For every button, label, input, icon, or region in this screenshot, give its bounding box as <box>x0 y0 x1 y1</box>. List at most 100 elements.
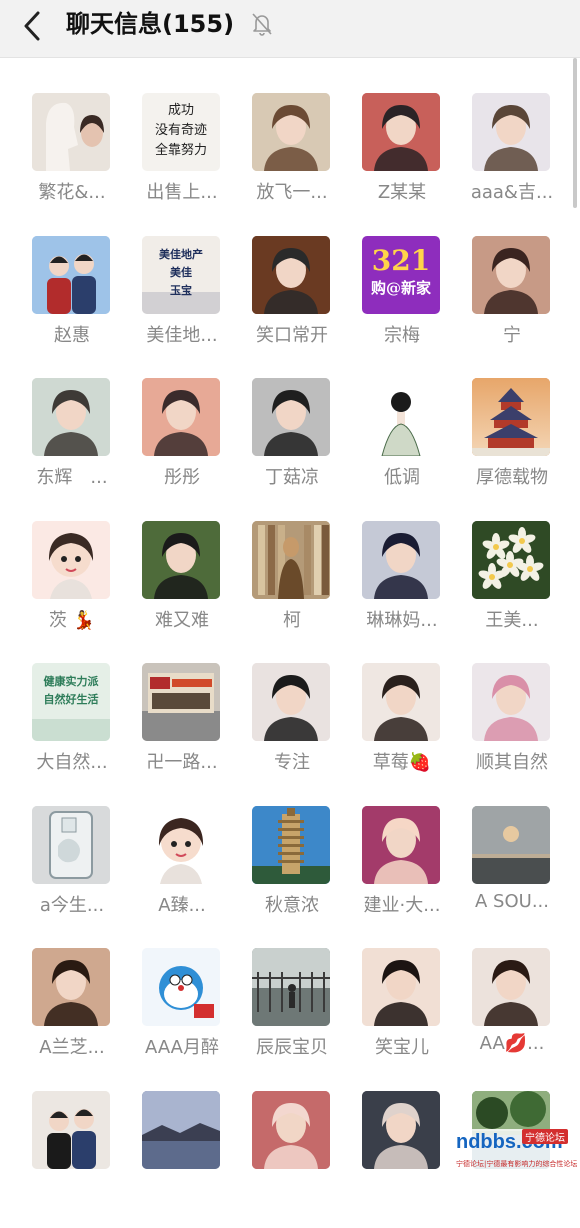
member-avatar[interactable] <box>252 378 330 456</box>
avatar-text-line: 购@新家 <box>362 278 440 298</box>
member-name: 专注 <box>237 748 347 774</box>
member-item[interactable]: A SOU... <box>457 801 567 944</box>
member-item[interactable] <box>17 1086 127 1228</box>
site-watermark: ndbbs.com 宁德论坛 宁德论坛|宁德最有影响力的综合性论坛 <box>452 1129 572 1171</box>
member-avatar[interactable] <box>252 1091 330 1169</box>
member-item[interactable]: 低调 <box>347 373 457 516</box>
member-item[interactable]: 赵惠 <box>17 231 127 374</box>
member-avatar[interactable] <box>252 663 330 741</box>
member-item[interactable]: 难又难 <box>127 516 237 659</box>
member-item[interactable]: 草莓🍓 <box>347 658 457 801</box>
member-avatar[interactable] <box>472 93 550 171</box>
member-avatar[interactable] <box>142 948 220 1026</box>
member-item[interactable]: aaa&吉... <box>457 88 567 231</box>
member-item[interactable]: 王美... <box>457 516 567 659</box>
member-item[interactable]: 秋意浓 <box>237 801 347 944</box>
member-item[interactable]: AAA月醉 <box>127 943 237 1086</box>
member-item[interactable]: 健康实力派自然好生活大自然... <box>17 658 127 801</box>
member-avatar[interactable] <box>32 521 110 599</box>
avatar-image <box>142 663 220 741</box>
avatar-image <box>472 521 550 599</box>
member-item[interactable]: A兰芝... <box>17 943 127 1086</box>
member-avatar[interactable] <box>472 663 550 741</box>
member-item[interactable]: 放飞一... <box>237 88 347 231</box>
avatar-image <box>472 948 550 1026</box>
member-item[interactable]: 321 购@新家 宗梅 <box>347 231 457 374</box>
member-avatar[interactable] <box>362 948 440 1026</box>
member-avatar[interactable]: 美佳地产美佳玉宝 <box>142 236 220 314</box>
member-item[interactable]: 成功没有奇迹全靠努力出售上... <box>127 88 237 231</box>
member-item[interactable]: A臻... <box>127 801 237 944</box>
member-avatar[interactable] <box>32 806 110 884</box>
member-avatar[interactable] <box>362 806 440 884</box>
member-name: 秋意浓 <box>237 891 347 917</box>
member-item[interactable]: 丁菇凉 <box>237 373 347 516</box>
member-avatar[interactable] <box>252 521 330 599</box>
member-avatar[interactable] <box>362 1091 440 1169</box>
member-item[interactable]: 辰辰宝贝 <box>237 943 347 1086</box>
member-item[interactable] <box>347 1086 457 1228</box>
member-avatar[interactable] <box>142 1091 220 1169</box>
member-name: 厚德载物 <box>457 463 567 489</box>
member-item[interactable]: 厚德载物 <box>457 373 567 516</box>
member-item[interactable]: a今生... <box>17 801 127 944</box>
member-item[interactable]: 笑口常开 <box>237 231 347 374</box>
avatar-image <box>142 948 220 1026</box>
member-avatar[interactable]: 健康实力派自然好生活 <box>32 663 110 741</box>
member-avatar[interactable] <box>32 93 110 171</box>
avatar-image <box>32 378 110 456</box>
member-item[interactable]: 宁 <box>457 231 567 374</box>
member-name: 放飞一... <box>237 178 347 204</box>
member-name: A SOU... <box>457 891 567 912</box>
avatar-image <box>362 663 440 741</box>
member-item[interactable]: 笑宝儿 <box>347 943 457 1086</box>
member-item[interactable]: 顺其自然 <box>457 658 567 801</box>
scrollbar[interactable] <box>573 58 577 208</box>
member-avatar[interactable] <box>472 236 550 314</box>
member-avatar[interactable] <box>252 948 330 1026</box>
avatar-image <box>142 378 220 456</box>
member-avatar[interactable] <box>142 378 220 456</box>
member-avatar[interactable] <box>472 521 550 599</box>
member-item[interactable]: 繁花&... <box>17 88 127 231</box>
avatar-text-line: 成功 <box>142 101 220 121</box>
member-avatar[interactable] <box>362 521 440 599</box>
member-item[interactable]: 专注 <box>237 658 347 801</box>
member-item[interactable]: 美佳地产美佳玉宝美佳地... <box>127 231 237 374</box>
member-item[interactable]: 东辉 ... <box>17 373 127 516</box>
member-avatar[interactable] <box>472 378 550 456</box>
member-avatar[interactable] <box>142 806 220 884</box>
member-item[interactable]: AA💋... <box>457 943 567 1086</box>
member-item[interactable]: 茨 💃 <box>17 516 127 659</box>
member-avatar[interactable] <box>32 236 110 314</box>
member-item[interactable]: 柯 <box>237 516 347 659</box>
chevron-left-icon[interactable] <box>18 8 48 44</box>
member-avatar[interactable] <box>362 93 440 171</box>
member-item[interactable]: 琳琳妈... <box>347 516 457 659</box>
member-item[interactable] <box>127 1086 237 1228</box>
member-item[interactable]: Z某某 <box>347 88 457 231</box>
bell-off-icon[interactable] <box>250 11 274 37</box>
member-avatar[interactable] <box>252 806 330 884</box>
member-avatar[interactable] <box>252 93 330 171</box>
member-avatar[interactable] <box>472 806 550 884</box>
member-avatar[interactable] <box>472 948 550 1026</box>
member-avatar[interactable] <box>252 236 330 314</box>
member-avatar[interactable]: 321 购@新家 <box>362 236 440 314</box>
member-avatar[interactable] <box>32 1091 110 1169</box>
member-avatar[interactable] <box>362 378 440 456</box>
member-item[interactable]: 卍一路... <box>127 658 237 801</box>
avatar-text-line: 321 <box>362 244 440 278</box>
member-avatar[interactable] <box>362 663 440 741</box>
avatar-text-line: 没有奇迹 <box>142 121 220 141</box>
member-name: 难又难 <box>127 606 237 632</box>
member-item[interactable]: 彤彤 <box>127 373 237 516</box>
member-avatar[interactable] <box>142 663 220 741</box>
member-name: 茨 💃 <box>17 606 127 632</box>
member-avatar[interactable] <box>142 521 220 599</box>
member-item[interactable]: 建业·大... <box>347 801 457 944</box>
member-avatar[interactable] <box>32 378 110 456</box>
member-avatar[interactable] <box>32 948 110 1026</box>
member-item[interactable] <box>237 1086 347 1228</box>
member-avatar[interactable]: 成功没有奇迹全靠努力 <box>142 93 220 171</box>
